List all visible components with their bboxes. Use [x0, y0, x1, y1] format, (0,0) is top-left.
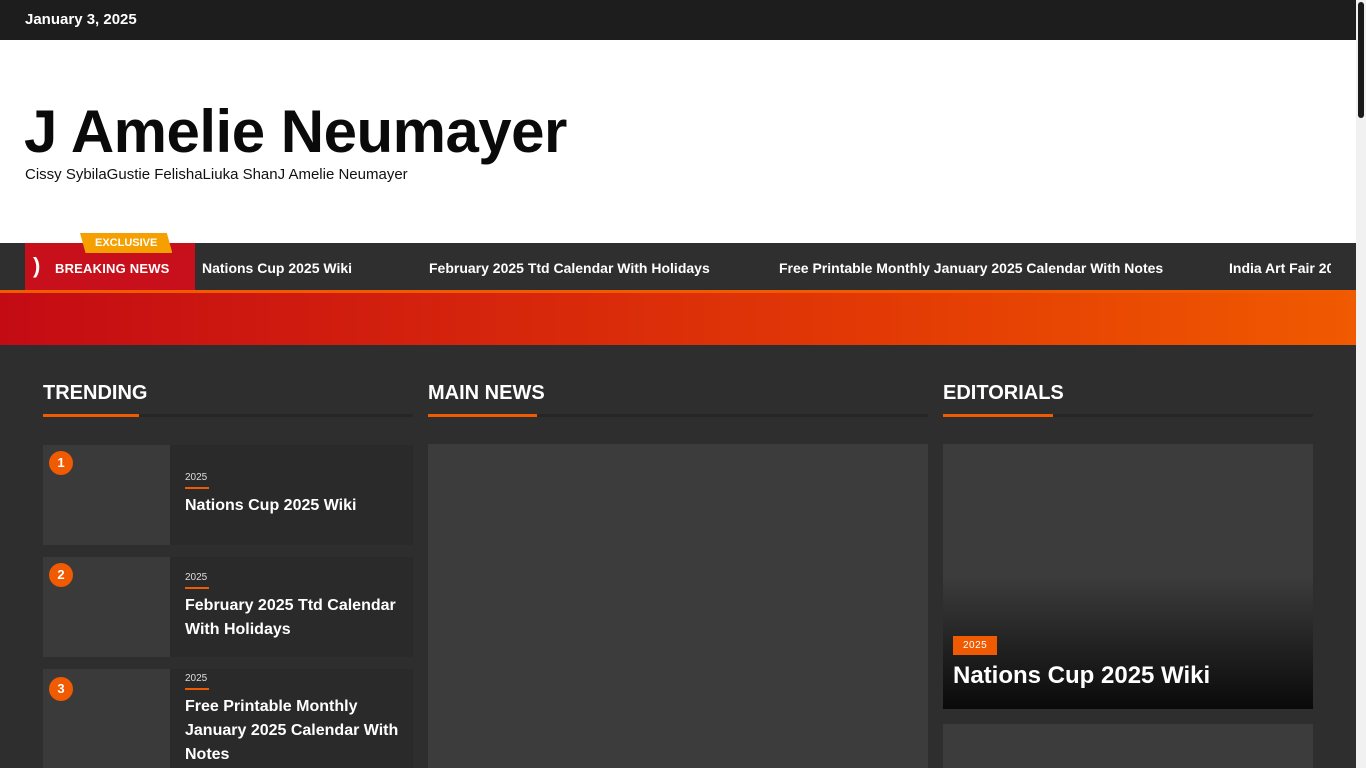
trending-title[interactable]: February 2025 Ttd Calendar With Holidays [185, 594, 403, 642]
trending-card[interactable]: 1 2025 Nations Cup 2025 Wiki [43, 445, 413, 545]
trending-card[interactable]: 3 2025 Free Printable Monthly January 20… [43, 669, 413, 768]
editorial-title[interactable]: Nations Cup 2025 Wiki [953, 662, 1210, 690]
page-scrollbar[interactable] [1356, 0, 1366, 768]
ticker-item[interactable]: February 2025 Ttd Calendar With Holidays [429, 260, 710, 276]
trending-category[interactable]: 2025 [185, 472, 207, 487]
current-date: January 3, 2025 [25, 11, 137, 28]
trending-category[interactable]: 2025 [185, 572, 207, 587]
ticker-item[interactable]: Nations Cup 2025 Wiki [202, 260, 352, 276]
trending-category[interactable]: 2025 [185, 673, 207, 688]
trending-rank-badge: 2 [49, 563, 73, 587]
trending-card[interactable]: 2 2025 February 2025 Ttd Calendar With H… [43, 557, 413, 657]
section-title-editorials: EDITORIALS [943, 382, 1064, 404]
section-underline [43, 414, 413, 417]
ticker-items: Nations Cup 2025 Wiki February 2025 Ttd … [195, 243, 1331, 290]
breaking-news-label: BREAKING NEWS [55, 261, 170, 276]
section-title-trending: TRENDING [43, 382, 148, 404]
exclusive-tag: EXCLUSIVE [80, 233, 173, 253]
editorial-card[interactable] [943, 724, 1313, 768]
ticker-item[interactable]: Free Printable Monthly January 2025 Cale… [779, 260, 1163, 276]
trending-title[interactable]: Nations Cup 2025 Wiki [185, 494, 403, 518]
category-underline [185, 487, 209, 489]
broadcast-icon: ) [33, 253, 41, 278]
site-title[interactable]: J Amelie Neumayer [24, 97, 567, 167]
site-header: J Amelie Neumayer Cissy SybilaGustie Fel… [0, 40, 1356, 243]
category-underline [185, 587, 209, 589]
section-underline [943, 414, 1313, 417]
top-bar: January 3, 2025 [0, 0, 1356, 40]
editorial-card[interactable]: 2025 Nations Cup 2025 Wiki [943, 444, 1313, 709]
trending-rank-badge: 3 [49, 677, 73, 701]
site-description: Cissy SybilaGustie FelishaLiuka ShanJ Am… [25, 166, 408, 183]
section-underline-accent [428, 414, 537, 417]
main-news-featured-image[interactable] [428, 444, 928, 768]
section-underline-accent [43, 414, 139, 417]
trending-rank-badge: 1 [49, 451, 73, 475]
banner-strip [0, 293, 1356, 345]
section-underline-accent [943, 414, 1053, 417]
section-underline [428, 414, 928, 417]
editorial-category[interactable]: 2025 [953, 636, 998, 655]
breaking-news-ticker: ) BREAKING NEWS Nations Cup 2025 Wiki Fe… [0, 243, 1356, 293]
scrollbar-thumb[interactable] [1358, 2, 1364, 118]
category-underline [185, 688, 209, 690]
section-title-main-news: MAIN NEWS [428, 382, 545, 404]
trending-title[interactable]: Free Printable Monthly January 2025 Cale… [185, 695, 403, 767]
ticker-item[interactable]: India Art Fair 2025 [1229, 260, 1331, 276]
